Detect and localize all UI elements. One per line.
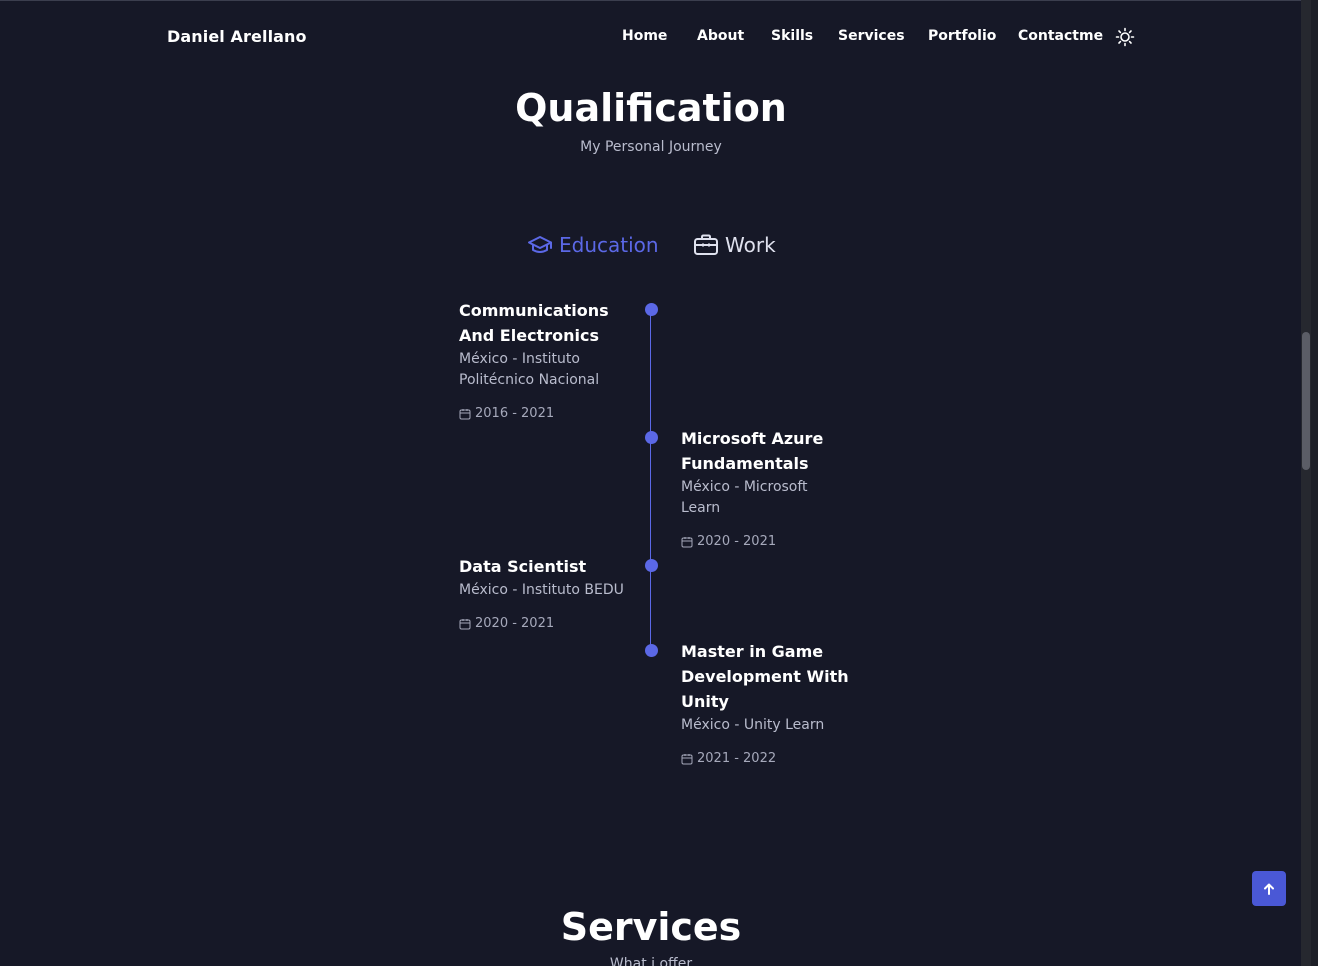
qualification-title: Qualification (515, 86, 787, 130)
qualification-subtitle: My Personal Journey (580, 139, 722, 155)
top-border (0, 0, 1318, 1)
qualification-item: Master in Game Development With Unity Mé… (681, 639, 851, 766)
qualification-item-subtitle: México - Microsoft Learn (681, 479, 808, 516)
scroll-up-button[interactable] (1252, 871, 1286, 906)
qualification-item: Data Scientist México - Instituto BEDU 2… (459, 554, 629, 631)
qualification-item-subtitle: México - Instituto BEDU (459, 582, 624, 598)
scrollbar-thumb[interactable] (1302, 332, 1310, 470)
qualification-item-title: Microsoft Azure Fundamentals (681, 429, 824, 473)
tab-education[interactable]: Education (527, 231, 659, 259)
calendar-icon (459, 618, 471, 629)
qualification-item-title: Data Scientist (459, 557, 587, 576)
nav-item-contactme[interactable]: Contactme (1018, 28, 1103, 44)
qualification-item: Microsoft Azure Fundamentals México - Mi… (681, 426, 851, 549)
nav-item-skills[interactable]: Skills (771, 28, 813, 44)
nav-item-home[interactable]: Home (622, 28, 667, 44)
qualification-item: Communications And Electronics México - … (459, 298, 629, 421)
services-title: Services (560, 905, 742, 949)
scrollbar-track[interactable] (1301, 0, 1311, 966)
timeline-dot (645, 644, 658, 657)
qualification-item-date: 2020 - 2021 (459, 616, 629, 631)
briefcase-icon (694, 234, 718, 255)
tab-education-label: Education (559, 233, 659, 257)
sun-icon[interactable] (1115, 27, 1135, 47)
tab-work[interactable]: Work (693, 231, 776, 259)
timeline-dot (645, 303, 658, 316)
tab-work-label: Work (725, 233, 776, 257)
timeline-dot (645, 559, 658, 572)
qualification-item-date: 2020 - 2021 (681, 534, 851, 549)
services-subtitle: What i offer (609, 956, 693, 966)
logo[interactable]: Daniel Arellano (167, 27, 307, 46)
qualification-item-date: 2016 - 2021 (459, 406, 629, 421)
calendar-icon (681, 536, 693, 547)
window-edge (1311, 0, 1318, 966)
qualification-item-date: 2021 - 2022 (681, 751, 851, 766)
nav-item-portfolio[interactable]: Portfolio (928, 28, 996, 44)
arrow-up-icon (1264, 883, 1274, 895)
nav-item-services[interactable]: Services (838, 28, 905, 44)
qualification-item-title: Communications And Electronics (459, 301, 609, 345)
graduation-cap-icon (528, 236, 552, 253)
nav-item-about[interactable]: About (697, 28, 744, 44)
qualification-item-subtitle: México - Unity Learn (681, 717, 825, 733)
calendar-icon (681, 753, 693, 764)
qualification-item-title: Master in Game Development With Unity (681, 642, 849, 711)
qualification-item-subtitle: México - Instituto Politécnico Nacional (459, 351, 600, 388)
page: Daniel Arellano Home About Skills Servic… (0, 0, 1318, 966)
timeline-line (650, 309, 651, 651)
calendar-icon (459, 408, 471, 419)
timeline-dot (645, 431, 658, 444)
